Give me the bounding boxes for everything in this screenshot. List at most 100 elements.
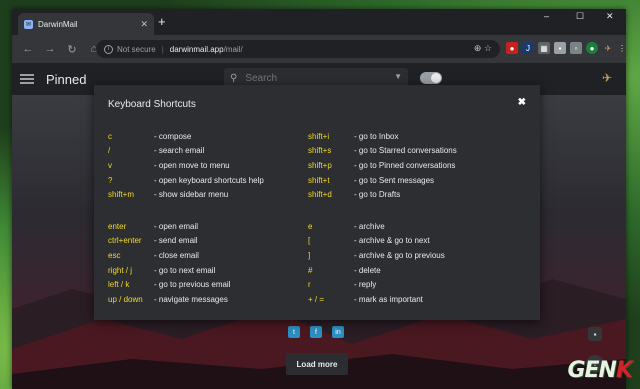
extension-box-icon[interactable]: ▪ xyxy=(554,42,566,54)
shortcut-desc: - open keyboard shortcuts help xyxy=(154,175,264,185)
shortcut-row: [ - archive & go to next xyxy=(308,234,445,249)
shortcut-desc: - send email xyxy=(154,236,198,246)
address-bar[interactable]: i Not secure | darwinmail.app /mail/ ⊕ ☆ xyxy=(96,40,500,58)
shortcut-desc: - archive xyxy=(354,221,385,231)
shortcut-desc: - compose xyxy=(154,131,192,141)
twitter-icon[interactable]: t xyxy=(288,326,300,338)
search-dropdown-icon[interactable]: ▼ xyxy=(394,72,402,81)
browser-window: ✉ DarwinMail ✕ + – ☐ ✕ ← → ↻ ⌂ i Not sec… xyxy=(12,9,626,389)
shortcut-key: c xyxy=(108,131,112,141)
browser-tab[interactable]: ✉ DarwinMail ✕ xyxy=(18,13,154,35)
extension-green-icon[interactable]: ● xyxy=(586,42,598,54)
extension-grid-icon[interactable]: ▦ xyxy=(538,42,550,54)
shortcut-row: enter - open email xyxy=(108,219,230,234)
shortcut-key: / xyxy=(108,146,111,156)
shortcut-desc: - go to Drafts xyxy=(354,190,401,200)
shortcut-key: shift+i xyxy=(308,131,330,141)
shortcut-key: esc xyxy=(108,250,121,260)
shortcut-key: v xyxy=(108,160,112,170)
info-icon[interactable]: i xyxy=(104,44,113,54)
shortcuts-right-bottom: e - archive [ - archive & go to next ] - ar… xyxy=(308,219,445,307)
shortcut-key: ] xyxy=(308,250,311,260)
close-window-button[interactable]: ✕ xyxy=(606,11,614,22)
shortcut-key: ctrl+enter xyxy=(108,236,142,246)
watermark-accent: K xyxy=(615,358,633,383)
hamburger-menu-icon[interactable] xyxy=(20,72,34,86)
shortcuts-left-bottom: enter - open email ctrl+enter - send email… xyxy=(108,219,230,307)
shortcut-desc: - search email xyxy=(154,146,205,156)
shortcut-desc: - go to Sent messages xyxy=(354,175,435,185)
shortcut-desc: - delete xyxy=(354,265,381,275)
shortcut-key: shift+m xyxy=(108,190,135,200)
dialog-close-icon[interactable]: ✖ xyxy=(518,97,526,108)
shortcut-desc: - archive & go to next xyxy=(354,236,430,246)
shortcut-key: # xyxy=(308,265,313,275)
tab-close-icon[interactable]: ✕ xyxy=(140,19,148,30)
shortcut-key: right / j xyxy=(108,265,133,275)
extension-plane-icon[interactable]: ✈ xyxy=(602,42,614,54)
watermark-text: GEN xyxy=(567,358,616,383)
shortcut-row: c - compose xyxy=(108,129,264,144)
minimize-button[interactable]: – xyxy=(544,11,549,21)
extension-square-icon[interactable]: ▫ xyxy=(570,42,582,54)
shortcut-key: shift+t xyxy=(308,175,330,185)
keyboard-shortcuts-dialog: Keyboard Shortcuts ✖ c - compose / - searc… xyxy=(94,85,540,320)
genk-watermark-logo: GENK xyxy=(567,358,633,383)
back-icon[interactable]: ← xyxy=(22,43,34,55)
linkedin-icon[interactable]: in xyxy=(332,326,344,338)
address-path: /mail/ xyxy=(223,44,243,54)
shortcut-row: right / j - go to next email xyxy=(108,263,230,278)
extension-j-icon[interactable]: J xyxy=(522,42,534,54)
shortcut-row: shift+i - go to Inbox xyxy=(308,129,457,144)
shortcut-row: ctrl+enter - send email xyxy=(108,234,230,249)
shortcut-key: shift+d xyxy=(308,190,332,200)
maximize-button[interactable]: ☐ xyxy=(576,11,584,22)
shortcut-row: v - open move to menu xyxy=(108,158,264,173)
shortcut-desc: - open email xyxy=(154,221,199,231)
shortcut-desc: - go to Pinned conversations xyxy=(354,160,456,170)
shortcut-desc: - navigate messages xyxy=(154,294,228,304)
reload-icon[interactable]: ↻ xyxy=(66,43,78,56)
shortcuts-right-top: shift+i - go to Inbox shift+s - go to Star… xyxy=(308,129,457,202)
shortcut-desc: - go to Starred conversations xyxy=(354,146,457,156)
shortcut-desc: - close email xyxy=(154,250,199,260)
shortcut-row: e - archive xyxy=(308,219,445,234)
shortcut-desc: - go to Inbox xyxy=(354,131,399,141)
facebook-icon[interactable]: f xyxy=(310,326,322,338)
search-input[interactable] xyxy=(245,72,376,84)
shortcut-row: esc - close email xyxy=(108,248,230,263)
plane-icon[interactable]: ✈ xyxy=(602,71,612,85)
extension-red-icon[interactable]: ● xyxy=(506,42,518,54)
shortcut-desc: - open move to menu xyxy=(154,160,230,170)
shortcuts-left-top: c - compose / - search email v - open move … xyxy=(108,129,264,202)
shortcut-row: # - delete xyxy=(308,263,445,278)
menu-kebab-icon[interactable]: ⋮ xyxy=(616,42,626,54)
shortcut-key: + / = xyxy=(308,294,325,304)
load-more-button[interactable]: Load more xyxy=(286,353,348,375)
shortcut-row: shift+d - go to Drafts xyxy=(308,187,457,202)
shortcut-row: r - reply xyxy=(308,277,445,292)
shortcut-desc: - go to next email xyxy=(154,265,216,275)
shortcut-key: ? xyxy=(108,175,113,185)
shortcut-key: shift+p xyxy=(308,160,332,170)
forward-icon[interactable]: → xyxy=(44,43,56,55)
search-icon: ⚲ xyxy=(230,72,238,84)
shortcut-desc: - archive & go to previous xyxy=(354,250,445,260)
shortcut-row: / - search email xyxy=(108,144,264,159)
theme-toggle[interactable] xyxy=(420,72,442,84)
new-tab-button[interactable]: + xyxy=(158,14,166,29)
shortcut-key: left / k xyxy=(108,280,130,290)
address-host: darwinmail.app xyxy=(169,44,224,54)
chat-icon[interactable]: ▪ xyxy=(588,327,602,341)
shortcut-key: [ xyxy=(308,236,311,246)
security-label: Not secure xyxy=(117,44,156,54)
address-separator: | xyxy=(161,44,164,54)
page-title: Pinned xyxy=(46,71,87,87)
bookmark-star-icon[interactable]: ⊕ ☆ xyxy=(474,43,492,54)
shortcut-key: up / down xyxy=(108,294,143,304)
shortcut-key: shift+s xyxy=(308,146,332,156)
shortcut-row: ? - open keyboard shortcuts help xyxy=(108,173,264,188)
shortcut-row: ] - archive & go to previous xyxy=(308,248,445,263)
shortcut-row: shift+s - go to Starred conversations xyxy=(308,144,457,159)
browser-toolbar: ← → ↻ ⌂ i Not secure | darwinmail.app /m… xyxy=(12,35,626,63)
